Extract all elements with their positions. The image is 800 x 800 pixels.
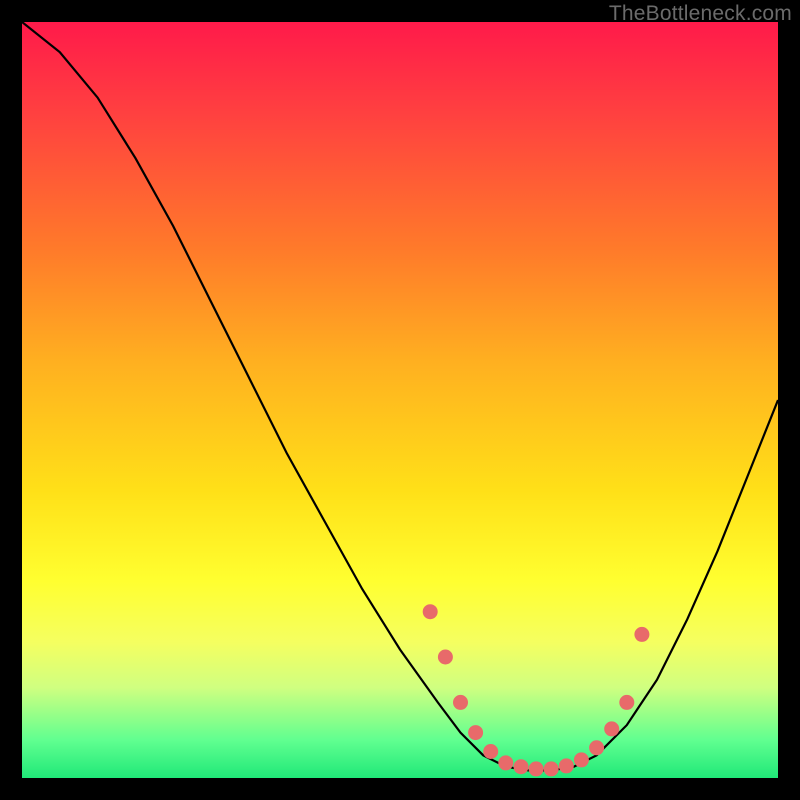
highlight-dot: [605, 722, 619, 736]
highlight-dot: [469, 726, 483, 740]
highlight-dot: [574, 753, 588, 767]
bottleneck-chart-svg: [22, 22, 778, 778]
bottleneck-curve: [22, 22, 778, 770]
highlight-dot: [484, 745, 498, 759]
chart-plot-area: [22, 22, 778, 778]
watermark-text: TheBottleneck.com: [609, 2, 792, 26]
highlight-dot: [499, 756, 513, 770]
highlight-dot: [454, 695, 468, 709]
highlight-dot: [620, 695, 634, 709]
highlight-dot: [544, 762, 558, 776]
highlight-dot: [438, 650, 452, 664]
highlight-dot: [529, 762, 543, 776]
highlight-dot: [423, 605, 437, 619]
highlight-dots-group: [423, 605, 649, 776]
highlight-dot: [514, 760, 528, 774]
highlight-dot: [559, 759, 573, 773]
highlight-dot: [635, 627, 649, 641]
highlight-dot: [590, 741, 604, 755]
